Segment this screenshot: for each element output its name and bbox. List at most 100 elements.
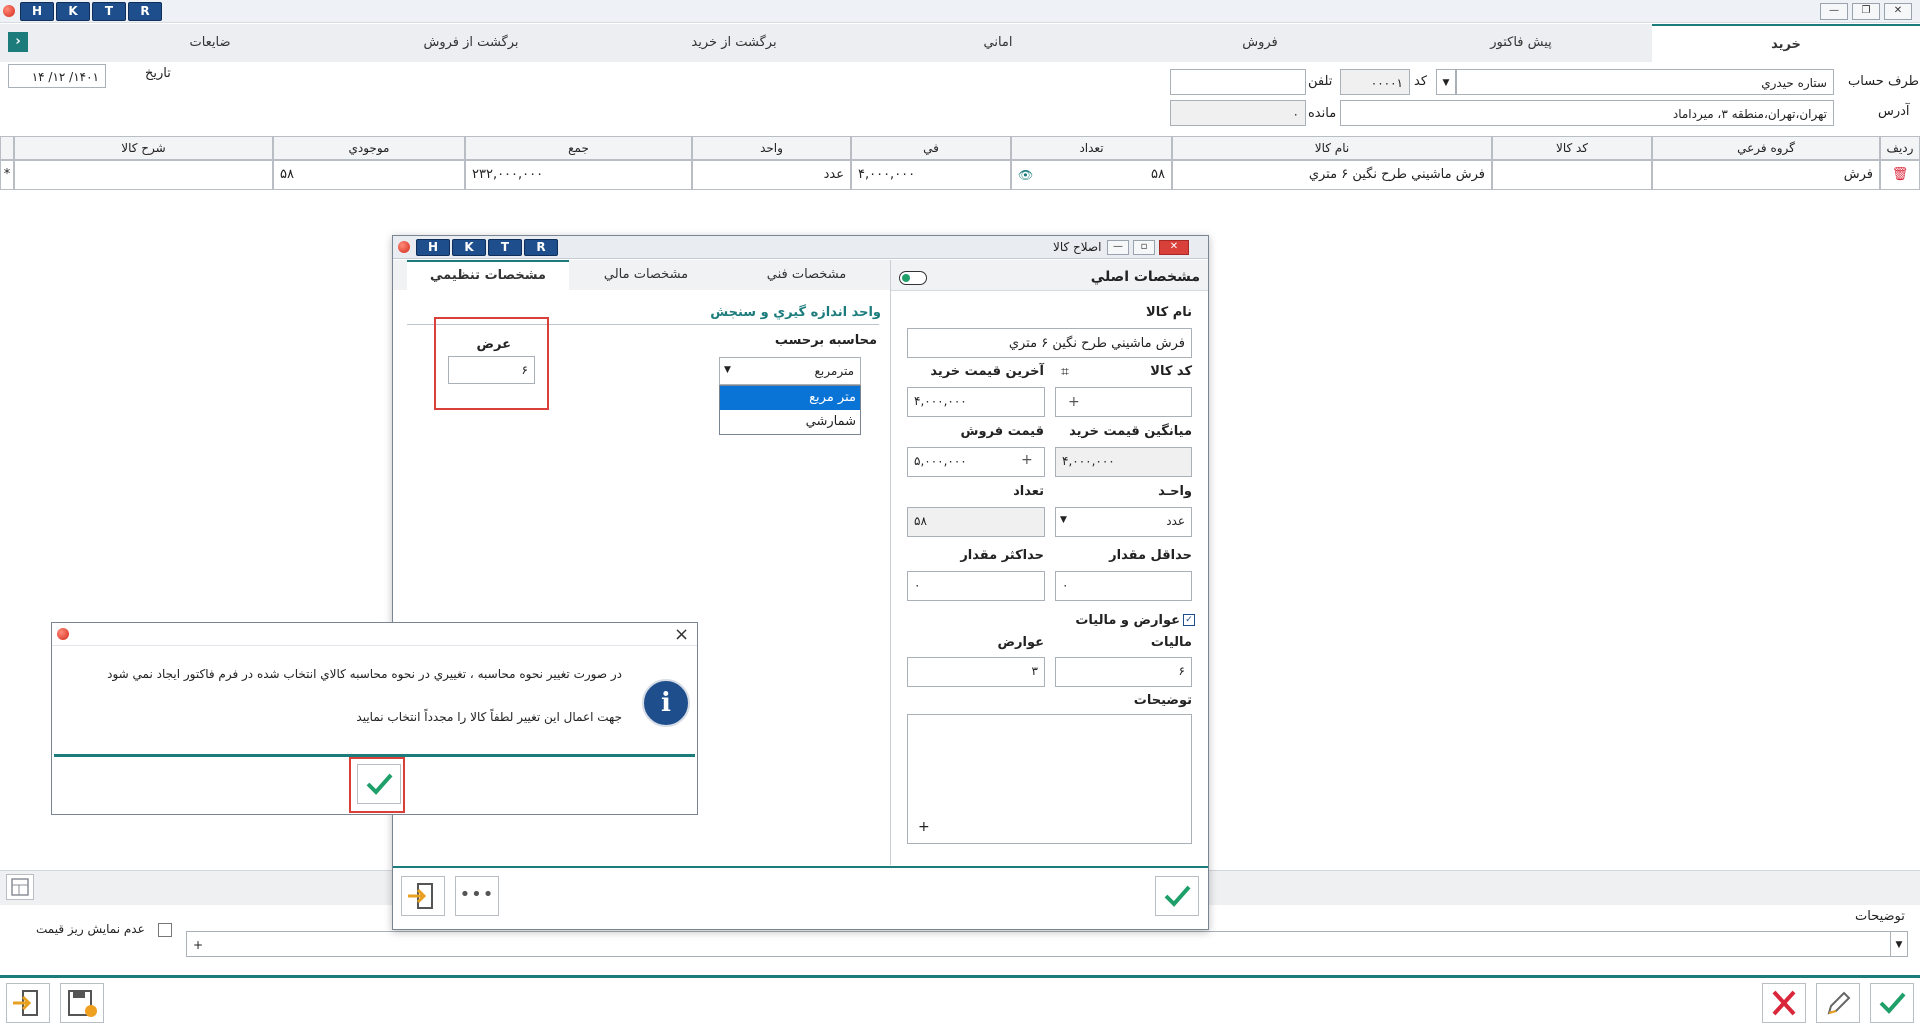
tax-field[interactable]: ۶: [1055, 657, 1192, 687]
width-field[interactable]: ۶: [448, 356, 535, 384]
account-label: طرف حساب: [1848, 74, 1919, 89]
balance-label: مانده: [1308, 106, 1337, 121]
exit-button[interactable]: [6, 983, 50, 1023]
option-count[interactable]: شمارشي: [720, 410, 860, 434]
last-price-field[interactable]: ۴,۰۰۰,۰۰۰: [907, 387, 1045, 417]
notes-label: توضيحات: [1133, 693, 1192, 708]
duty-field[interactable]: ۳: [907, 657, 1045, 687]
dialog-confirm-button[interactable]: [1155, 876, 1199, 916]
dialog-hotkey-t-button[interactable]: T: [488, 239, 522, 256]
tab-sale[interactable]: فروش: [1130, 24, 1390, 62]
tax-checkbox[interactable]: ✓: [1183, 614, 1195, 626]
last-price-label: آخرين قيمت خريد: [930, 364, 1044, 379]
cell-total: ۲۳۲,۰۰۰,۰۰۰: [465, 160, 692, 190]
app-logo-icon: [3, 5, 15, 17]
account-dropdown-button[interactable]: ▼: [1436, 69, 1456, 95]
calc-basis-label: محاسبه برحسب: [774, 333, 877, 348]
main-specs-title: مشخصات اصلي: [1090, 269, 1200, 285]
more-options-button[interactable]: •••: [455, 876, 499, 916]
tab-technical-specs[interactable]: مشخصات فني: [723, 260, 890, 290]
width-label: عرض: [476, 337, 511, 352]
cell-unit[interactable]: عدد: [692, 160, 851, 190]
hotkey-k-button[interactable]: K: [56, 2, 90, 21]
restore-button[interactable]: ❐: [1852, 3, 1880, 20]
cell-description[interactable]: [14, 160, 273, 190]
col-header-row-no: رديف: [1880, 136, 1920, 160]
close-window-button[interactable]: ✕: [1884, 3, 1912, 20]
col-header-item-code: کد کالا: [1492, 136, 1652, 160]
col-header-qty: تعداد: [1011, 136, 1172, 160]
tab-waste[interactable]: ضايعات: [80, 24, 340, 62]
max-qty-field[interactable]: ۰: [907, 571, 1045, 601]
unit-select[interactable]: عدد: [1055, 507, 1192, 537]
dialog-minimize-button[interactable]: —: [1107, 240, 1129, 255]
cancel-button[interactable]: [1762, 983, 1806, 1023]
main-specs-toggle[interactable]: [899, 271, 927, 285]
col-header-item-name: نام کالا: [1172, 136, 1492, 160]
hide-price-checkbox[interactable]: [158, 923, 172, 937]
dialog-exit-button[interactable]: [401, 876, 445, 916]
tab-purchase[interactable]: خريد: [1652, 24, 1920, 62]
dialog-hotkey-k-button[interactable]: K: [452, 239, 486, 256]
calc-basis-select[interactable]: مترمربع: [719, 357, 861, 385]
phone-field[interactable]: [1170, 69, 1306, 95]
code-field[interactable]: ۰۰۰۰۱: [1340, 69, 1410, 95]
tab-purchase-return[interactable]: برگشت از خريد: [602, 24, 866, 62]
cell-item-code[interactable]: [1492, 160, 1652, 190]
cell-price[interactable]: ۴,۰۰۰,۰۰۰: [851, 160, 1011, 190]
unit-label: واحـد: [1158, 484, 1192, 499]
message-ok-button[interactable]: [357, 764, 401, 804]
minimize-button[interactable]: —: [1820, 3, 1848, 20]
date-label: تاريخ: [145, 66, 171, 81]
info-icon: i: [642, 679, 690, 727]
footer-notes-field[interactable]: +: [186, 931, 1896, 957]
dialog-hotkey-h-button[interactable]: H: [416, 239, 450, 256]
dialog-hotkey-r-button[interactable]: R: [524, 239, 558, 256]
eye-icon[interactable]: 👁: [1018, 161, 1033, 189]
save-draft-button[interactable]: [60, 983, 104, 1023]
tab-sale-return[interactable]: برگشت از فروش: [340, 24, 602, 62]
add-price-icon[interactable]: +: [1021, 452, 1033, 468]
dialog-close-button[interactable]: ✕: [1159, 240, 1189, 255]
edit-button[interactable]: [1816, 983, 1860, 1023]
hotkey-h-button[interactable]: H: [20, 2, 54, 21]
delete-row-icon[interactable]: 🗑: [1880, 160, 1920, 190]
confirm-button[interactable]: [1870, 983, 1914, 1023]
notes-dropdown-button[interactable]: ▼: [1890, 931, 1908, 957]
tab-consignment[interactable]: اماني: [866, 24, 1130, 62]
scroll-tabs-button[interactable]: ›: [8, 32, 28, 52]
cell-qty[interactable]: ۵۸ 👁: [1011, 160, 1172, 190]
tab-financial-specs[interactable]: مشخصات مالي: [569, 260, 723, 290]
cell-item-name[interactable]: فرش ماشيني طرح نگين ۶ متري: [1172, 160, 1492, 190]
layout-icon[interactable]: [6, 874, 34, 900]
item-name-field[interactable]: فرش ماشيني طرح نگين ۶ متري: [907, 328, 1192, 358]
cell-qty-value: ۵۸: [1151, 167, 1165, 182]
tab-settings-specs[interactable]: مشخصات تنظيمي: [407, 260, 569, 290]
cell-subgroup[interactable]: فرش: [1652, 160, 1880, 190]
calc-chevron-down-icon[interactable]: ▼: [724, 365, 731, 375]
barcode-icon[interactable]: ⌗: [1061, 364, 1069, 380]
tax-label: ماليات: [1150, 635, 1192, 650]
account-field[interactable]: ستاره حيدري: [1456, 69, 1834, 95]
unit-chevron-down-icon[interactable]: ▼: [1060, 515, 1067, 525]
qty-label: تعداد: [1013, 484, 1044, 499]
col-header-total: جمع: [465, 136, 692, 160]
cell-stock: ۵۸: [273, 160, 465, 190]
date-field[interactable]: ۱۴۰۱/ ۱۲/ ۱۴: [8, 64, 106, 88]
notes-add-icon[interactable]: +: [918, 819, 930, 835]
qty-field: ۵۸: [907, 507, 1045, 537]
address-field[interactable]: تهران،تهران،منطقه ۳، ميرداماد: [1340, 100, 1834, 126]
hotkey-t-button[interactable]: T: [92, 2, 126, 21]
address-label: آدرس: [1878, 104, 1910, 119]
col-header-price: في: [851, 136, 1011, 160]
tab-proforma[interactable]: پيش فاکتور: [1390, 24, 1652, 62]
min-qty-field[interactable]: ۰: [1055, 571, 1192, 601]
add-code-icon[interactable]: +: [1068, 394, 1080, 410]
option-square-meter[interactable]: متر مربع: [720, 386, 860, 410]
notes-textarea[interactable]: +: [907, 714, 1192, 844]
title-bar: H K T R — ❐ ✕: [0, 0, 1920, 23]
hotkey-r-button[interactable]: R: [128, 2, 162, 21]
add-note-icon[interactable]: +: [193, 938, 203, 952]
dialog-restore-button[interactable]: ▫: [1133, 240, 1155, 255]
message-close-button[interactable]: ×: [674, 624, 689, 645]
